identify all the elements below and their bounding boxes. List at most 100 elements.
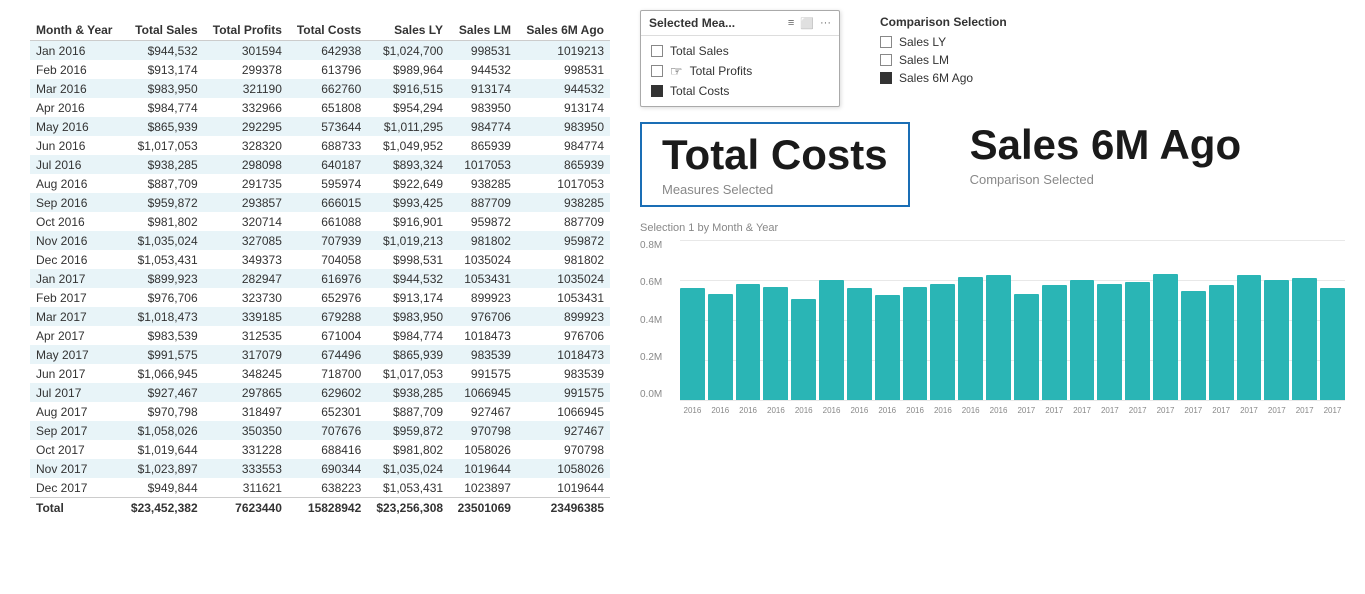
table-cell: 321190 <box>204 79 288 98</box>
table-cell: $916,901 <box>367 212 449 231</box>
table-cell: $938,285 <box>122 155 204 174</box>
table-cell: $970,798 <box>122 402 204 421</box>
table-cell: Jul 2016 <box>30 155 122 174</box>
table-cell: $1,017,053 <box>122 136 204 155</box>
table-cell: 1018473 <box>449 326 517 345</box>
chart-bar <box>791 299 816 400</box>
chart-x-label: 2017 <box>1320 406 1345 415</box>
metrics-row: Total Costs Measures Selected Sales 6M A… <box>640 122 1345 207</box>
measure-dropdown-widget[interactable]: Selected Mea... ≡ ⬜ ··· Total Sales ☞Tota… <box>640 10 840 107</box>
table-cell: Mar 2016 <box>30 79 122 98</box>
table-row: Jun 2017$1,066,945348245718700$1,017,053… <box>30 364 610 383</box>
table-row: Feb 2017$976,706323730652976$913,1748999… <box>30 288 610 307</box>
table-footer-cell: 23501069 <box>449 498 517 519</box>
table-cell: $984,774 <box>367 326 449 345</box>
table-cell: 333553 <box>204 459 288 478</box>
table-cell: $1,066,945 <box>122 364 204 383</box>
table-cell: 282947 <box>204 269 288 288</box>
table-cell: 998531 <box>449 41 517 61</box>
table-row: Apr 2016$984,774332966651808$954,2949839… <box>30 98 610 117</box>
table-cell: $981,802 <box>122 212 204 231</box>
table-row: Aug 2016$887,709291735595974$922,6499382… <box>30 174 610 193</box>
table-cell: $983,950 <box>122 79 204 98</box>
secondary-metric-value: Sales 6M Ago <box>970 122 1242 168</box>
table-cell: Jun 2017 <box>30 364 122 383</box>
dropdown-header: Selected Mea... ≡ ⬜ ··· <box>641 11 839 36</box>
table-cell: $1,024,700 <box>367 41 449 61</box>
table-cell: 328320 <box>204 136 288 155</box>
table-cell: Feb 2017 <box>30 288 122 307</box>
table-cell: 679288 <box>288 307 367 326</box>
table-cell: 984774 <box>449 117 517 136</box>
more-options-icon[interactable]: ··· <box>820 17 831 29</box>
table-cell: 651808 <box>288 98 367 117</box>
chart-bar <box>1264 280 1289 400</box>
chart-x-label: 2017 <box>1125 406 1150 415</box>
table-cell: Mar 2017 <box>30 307 122 326</box>
table-header-cell: Total Sales <box>122 20 204 41</box>
comparison-title: Comparison Selection <box>880 15 1007 29</box>
comparison-item: Sales LM <box>880 53 1007 67</box>
table-cell: 1066945 <box>449 383 517 402</box>
table-header-cell: Month & Year <box>30 20 122 41</box>
table-cell: $991,575 <box>122 345 204 364</box>
comparison-items-list: Sales LYSales LMSales 6M Ago <box>880 35 1007 85</box>
table-cell: $1,049,952 <box>367 136 449 155</box>
chart-x-label: 2017 <box>1070 406 1095 415</box>
table-cell: $899,923 <box>122 269 204 288</box>
table-cell: 629602 <box>288 383 367 402</box>
dropdown-item-label: Total Sales <box>670 44 729 58</box>
dropdown-item[interactable]: Total Costs <box>641 81 839 101</box>
table-cell: $887,709 <box>367 402 449 421</box>
table-row: Oct 2017$1,019,644331228688416$981,80210… <box>30 440 610 459</box>
dropdown-item-label: Total Profits <box>690 64 753 78</box>
table-cell: Jan 2016 <box>30 41 122 61</box>
table-cell: 1053431 <box>449 269 517 288</box>
dropdown-item[interactable]: ☞Total Profits <box>641 61 839 81</box>
table-footer-cell: 7623440 <box>204 498 288 519</box>
table-cell: $913,174 <box>122 60 204 79</box>
chart-x-label: 2016 <box>708 406 733 415</box>
table-cell: 913174 <box>517 98 610 117</box>
table-cell: $983,539 <box>122 326 204 345</box>
table-cell: 938285 <box>517 193 610 212</box>
table-cell: Sep 2016 <box>30 193 122 212</box>
table-cell: 927467 <box>449 402 517 421</box>
chart-x-label: 2016 <box>847 406 872 415</box>
chart-bar <box>875 295 900 400</box>
table-cell: $983,950 <box>367 307 449 326</box>
menu-icon[interactable]: ≡ <box>788 17 794 29</box>
chart-x-label: 2017 <box>1237 406 1262 415</box>
chart-bar <box>1125 282 1150 400</box>
chart-bar <box>1292 278 1317 400</box>
chart-section: Selection 1 by Month & Year 0.8M0.6M0.4M… <box>640 222 1345 584</box>
chart-title: Selection 1 by Month & Year <box>640 222 1345 234</box>
table-header-cell: Total Profits <box>204 20 288 41</box>
table-footer-cell: Total <box>30 498 122 519</box>
table-cell: $944,532 <box>367 269 449 288</box>
chart-bar <box>903 287 928 400</box>
chart-bars-area <box>680 240 1345 400</box>
chart-bar <box>1209 285 1234 400</box>
table-cell: 688416 <box>288 440 367 459</box>
table-cell: 671004 <box>288 326 367 345</box>
main-metric-card: Total Costs Measures Selected <box>640 122 910 207</box>
table-cell: Jan 2017 <box>30 269 122 288</box>
dropdown-item[interactable]: Total Sales <box>641 41 839 61</box>
table-cell: 662760 <box>288 79 367 98</box>
table-cell: 652301 <box>288 402 367 421</box>
secondary-metric-label: Comparison Selected <box>970 172 1094 187</box>
checkbox-icon <box>651 45 663 57</box>
chart-x-label: 2016 <box>958 406 983 415</box>
table-row: Dec 2016$1,053,431349373704058$998,53110… <box>30 250 610 269</box>
chart-bar <box>958 277 983 400</box>
chart-bar <box>1014 294 1039 400</box>
table-cell: $938,285 <box>367 383 449 402</box>
table-cell: 350350 <box>204 421 288 440</box>
chart-y-labels: 0.8M0.6M0.4M0.2M0.0M <box>640 240 675 400</box>
expand-icon[interactable]: ⬜ <box>800 17 814 30</box>
chart-y-label: 0.4M <box>640 315 675 326</box>
table-cell: 318497 <box>204 402 288 421</box>
chart-x-label: 2016 <box>763 406 788 415</box>
table-cell: 638223 <box>288 478 367 498</box>
